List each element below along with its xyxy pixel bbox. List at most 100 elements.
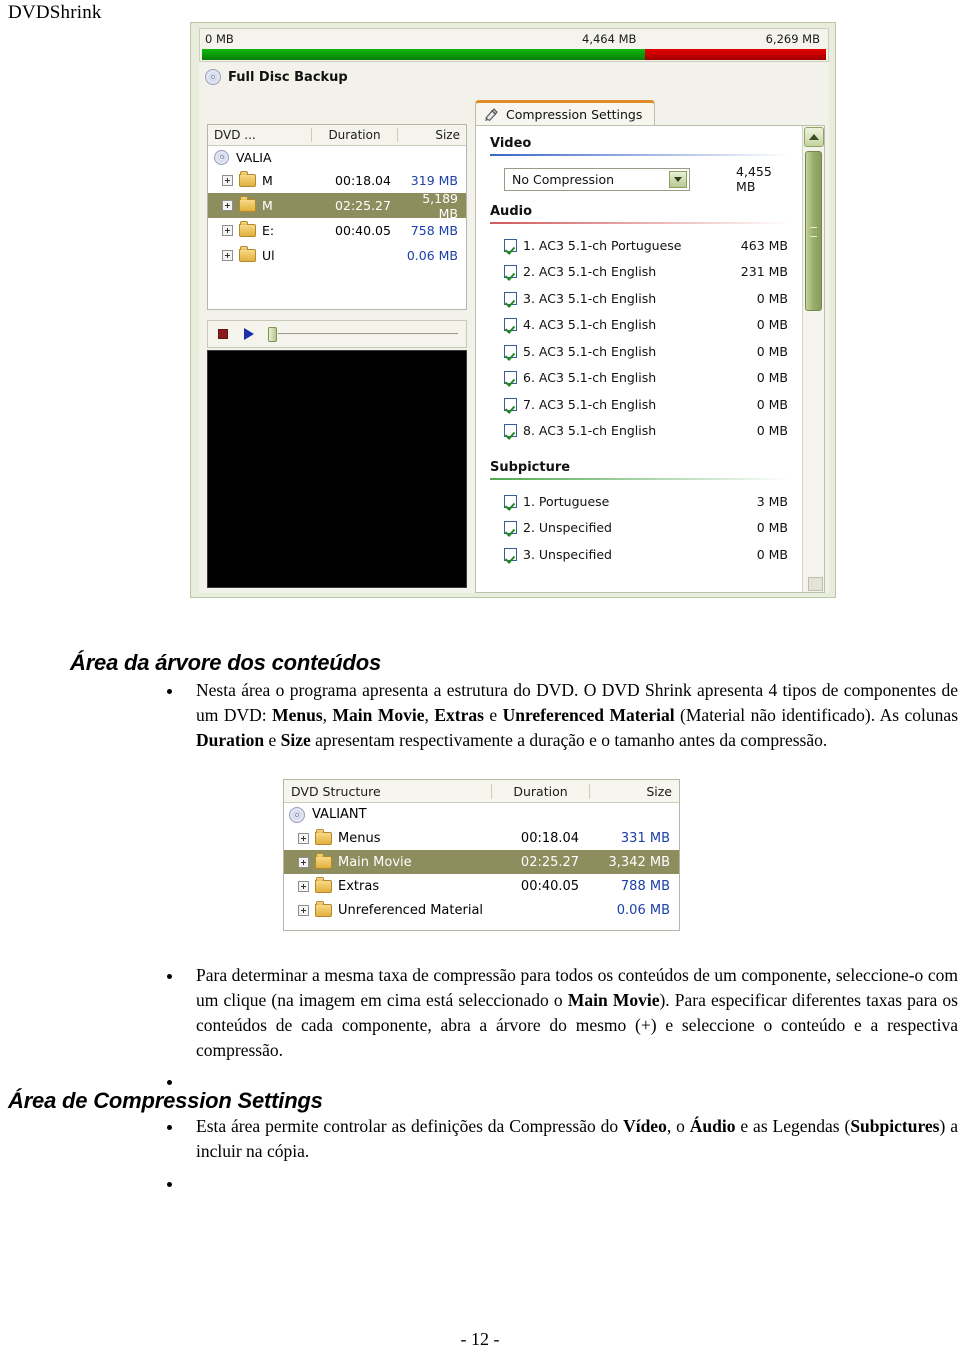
seek-thumb[interactable] xyxy=(268,327,277,342)
tree-row-selected[interactable]: M 02:25.27 5,189 MB xyxy=(208,191,466,221)
column-header-size[interactable]: Size xyxy=(590,784,679,799)
bullet-marker xyxy=(167,1182,172,1187)
tree-row-name: M xyxy=(262,173,273,188)
expand-icon[interactable] xyxy=(298,832,309,844)
tree-row[interactable]: Ul 0.06 MB xyxy=(208,243,466,268)
bullet-marker xyxy=(167,689,172,694)
audio-track-size: 0 MB xyxy=(756,343,788,359)
tree-row-size: 758 MB xyxy=(410,223,458,238)
dvd-tree-pane[interactable]: DVD ... Duration Size VALIA M 00:18.04 3… xyxy=(207,124,467,310)
subpicture-track-checkbox[interactable] xyxy=(504,521,517,535)
structure-row-selected[interactable]: Main Movie 02:25.27 3,342 MB xyxy=(284,850,679,874)
audio-track-checkbox[interactable] xyxy=(504,397,517,411)
vertical-scrollbar[interactable] xyxy=(802,126,824,592)
tree-root-item[interactable]: VALIA xyxy=(208,146,466,168)
scrollbar-thumb[interactable] xyxy=(805,151,822,311)
full-disc-backup-label: Full Disc Backup xyxy=(228,69,348,85)
column-header-duration[interactable]: Duration xyxy=(492,783,590,799)
scroll-up-icon[interactable] xyxy=(803,127,824,147)
subpicture-track-size: 3 MB xyxy=(756,493,788,509)
audio-track-label: 1. AC3 5.1-ch Portuguese xyxy=(523,237,682,253)
expand-icon[interactable] xyxy=(222,250,233,261)
video-compression-select[interactable]: No Compression xyxy=(504,167,691,191)
structure-row[interactable]: Menus 00:18.04 331 MB xyxy=(284,826,679,850)
audio-track-checkbox[interactable] xyxy=(504,371,517,385)
audio-track-label: 8. AC3 5.1-ch English xyxy=(523,423,657,439)
column-header-dvd-structure[interactable]: DVD Structure xyxy=(284,783,492,799)
folder-icon xyxy=(239,246,256,262)
subpicture-track-checkbox[interactable] xyxy=(504,547,517,561)
tree-row[interactable]: E: 00:40.05 758 MB xyxy=(208,218,466,243)
subpicture-section-divider xyxy=(490,478,792,480)
subpicture-track-checkbox[interactable] xyxy=(504,494,517,508)
tree-row-size: 319 MB xyxy=(410,173,458,188)
structure-row[interactable]: Extras 00:40.05 788 MB xyxy=(284,874,679,898)
audio-track-row[interactable]: 6. AC3 5.1-ch English 0 MB xyxy=(504,365,792,392)
play-icon[interactable] xyxy=(244,328,254,340)
subpicture-track-row[interactable]: 3. Unspecified 0 MB xyxy=(504,541,792,568)
heading-content-tree: Área da árvore dos conteúdos xyxy=(70,650,382,675)
chevron-down-icon[interactable] xyxy=(669,170,688,188)
video-section-title: Video xyxy=(490,136,532,151)
audio-track-row[interactable]: 7. AC3 5.1-ch English 0 MB xyxy=(504,391,792,418)
audio-track-row[interactable]: 5. AC3 5.1-ch English 0 MB xyxy=(504,338,792,365)
page-footer: - 12 - xyxy=(460,1329,500,1349)
structure-root-label: VALIANT xyxy=(312,807,367,822)
column-header-size[interactable]: Size xyxy=(398,128,466,142)
audio-track-row[interactable]: 3. AC3 5.1-ch English 0 MB xyxy=(504,285,792,312)
subpicture-track-row[interactable]: 2. Unspecified 0 MB xyxy=(504,515,792,542)
audio-track-row[interactable]: 8. AC3 5.1-ch English 0 MB xyxy=(504,418,792,445)
folder-icon xyxy=(239,196,256,212)
disc-icon xyxy=(214,149,229,165)
paragraph-compression-rate: Para determinar a mesma taxa de compress… xyxy=(196,965,958,1060)
expand-icon[interactable] xyxy=(222,175,233,186)
resize-grip-icon[interactable] xyxy=(808,577,823,591)
audio-track-row[interactable]: 2. AC3 5.1-ch English 231 MB xyxy=(504,259,792,286)
disc-icon xyxy=(289,806,305,823)
size-bar-labels: 0 MB 4,464 MB 6,269 MB xyxy=(199,28,829,48)
audio-track-row[interactable]: 1. AC3 5.1-ch Portuguese 463 MB xyxy=(504,232,792,259)
stop-icon[interactable] xyxy=(218,329,228,339)
tab-compression-settings[interactable]: Compression Settings xyxy=(475,100,656,126)
compression-settings-pane: Video No Compression 4,455 MB Audio 1. A… xyxy=(475,125,825,593)
audio-track-checkbox[interactable] xyxy=(504,291,517,305)
tree-row[interactable]: M 00:18.04 319 MB xyxy=(208,168,466,193)
size-bar-overflow-fill xyxy=(645,49,826,60)
audio-track-checkbox[interactable] xyxy=(504,318,517,332)
tree-row-duration: 00:40.05 xyxy=(335,223,391,238)
audio-track-checkbox[interactable] xyxy=(504,424,517,438)
tree-row-name: E: xyxy=(262,223,275,238)
audio-track-row[interactable]: 4. AC3 5.1-ch English 0 MB xyxy=(504,312,792,339)
audio-track-size: 0 MB xyxy=(756,317,788,333)
audio-track-checkbox[interactable] xyxy=(504,265,517,279)
video-preview-area[interactable] xyxy=(207,350,467,588)
tree-row-duration: 02:25.27 xyxy=(335,198,391,213)
audio-section-title: Audio xyxy=(490,204,533,219)
expand-icon[interactable] xyxy=(222,200,233,211)
folder-icon xyxy=(315,876,332,893)
structure-row-name: Extras xyxy=(338,878,380,894)
tree-row-name: Ul xyxy=(262,248,275,263)
expand-icon[interactable] xyxy=(298,856,309,868)
structure-row[interactable]: Unreferenced Material 0.06 MB xyxy=(284,898,679,922)
column-header-name[interactable]: DVD ... xyxy=(208,128,312,142)
audio-track-checkbox[interactable] xyxy=(504,344,517,358)
structure-root-item[interactable]: VALIANT xyxy=(284,803,679,826)
expand-icon[interactable] xyxy=(298,904,309,916)
expand-icon[interactable] xyxy=(298,880,309,892)
structure-row-duration: 00:18.04 xyxy=(520,830,580,846)
subpicture-track-size: 0 MB xyxy=(756,520,788,536)
audio-track-label: 7. AC3 5.1-ch English xyxy=(523,396,657,412)
column-header-duration[interactable]: Duration xyxy=(312,128,398,142)
subpicture-track-row[interactable]: 1. Portuguese 3 MB xyxy=(504,488,792,515)
expand-icon[interactable] xyxy=(222,225,233,236)
audio-track-checkbox[interactable] xyxy=(504,238,517,252)
audio-track-size: 0 MB xyxy=(756,396,788,412)
size-bar-used-fill xyxy=(202,49,646,60)
audio-track-size: 463 MB xyxy=(740,237,788,253)
video-compression-value: No Compression xyxy=(512,171,615,187)
seek-slider[interactable] xyxy=(268,326,458,342)
subpicture-track-label: 2. Unspecified xyxy=(523,520,612,536)
audio-track-size: 0 MB xyxy=(756,423,788,439)
full-disc-backup-header: Full Disc Backup xyxy=(199,62,829,92)
